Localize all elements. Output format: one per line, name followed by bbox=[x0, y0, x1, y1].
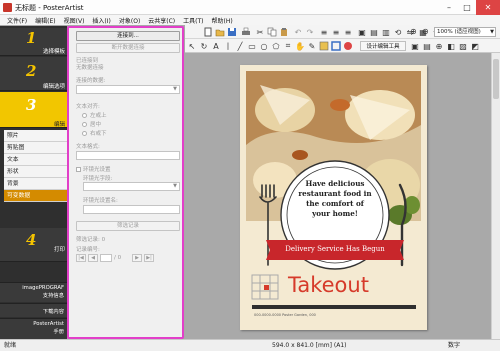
records-filtered-value: 0 bbox=[101, 237, 106, 243]
poster-headline[interactable]: Have delicious restaurant food in the co… bbox=[298, 179, 372, 219]
filter-setting-label: 环镜光设置名: bbox=[83, 198, 118, 204]
app-icon bbox=[3, 3, 12, 12]
ellipse-tool-icon[interactable]: ○ bbox=[259, 41, 269, 51]
next-record-button[interactable]: ▶ bbox=[132, 254, 142, 262]
menu-object[interactable]: 对象(O) bbox=[115, 16, 144, 25]
status-numlock: 数字 bbox=[448, 342, 461, 349]
chevron-down-icon: ▼ bbox=[490, 29, 494, 35]
subnav-shape[interactable]: 形状 bbox=[4, 166, 67, 178]
menu-bar: 文件(F) 编辑(E) 视图(V) 插入(I) 对象(O) 云共享(C) 工具(… bbox=[0, 15, 500, 25]
tool-b-icon[interactable]: ▤ bbox=[422, 41, 432, 51]
poster-brand[interactable]: Takeout bbox=[288, 273, 369, 297]
tool-a-icon[interactable]: ▣ bbox=[410, 41, 420, 51]
subnav-photo[interactable]: 照片 bbox=[4, 130, 67, 142]
align-left-radio[interactable]: 左或上 bbox=[82, 111, 107, 119]
poster-page[interactable]: Have delicious restaurant food in the co… bbox=[240, 65, 427, 330]
status-bar: 就绪 594.0 x 841.0 [mm] (A1) 数字 bbox=[0, 339, 500, 351]
downloads-link[interactable]: 下载内容 bbox=[0, 303, 67, 317]
record-number-label: 记录编号: bbox=[76, 247, 100, 253]
align-right-radio[interactable]: 右或下 bbox=[82, 129, 107, 137]
first-record-button[interactable]: |◀ bbox=[76, 254, 86, 262]
manual-link[interactable]: PosterArtist 手册 bbox=[0, 318, 67, 339]
window-title: 无标题 - PosterArtist bbox=[15, 4, 84, 12]
design-edit-tools-button[interactable]: 设计编辑工具 bbox=[360, 41, 406, 51]
poster-banner[interactable]: Delivery Service Has Begun bbox=[270, 243, 400, 255]
connect-button[interactable]: 连接到... bbox=[76, 31, 180, 41]
support-info-link[interactable]: imagePROGRAF 支持信息 bbox=[0, 282, 67, 302]
record-total: / 0 bbox=[114, 255, 122, 261]
records-filtered-label: 筛选记录: 0 bbox=[76, 237, 106, 243]
status-ready: 就绪 bbox=[4, 342, 17, 349]
menu-file[interactable]: 文件(F) bbox=[3, 16, 31, 25]
menu-insert[interactable]: 插入(I) bbox=[88, 16, 114, 25]
zoom-dropdown[interactable]: 100% (适应视图) ▼ bbox=[434, 27, 496, 37]
filter-records-button[interactable]: 筛选记录 bbox=[76, 221, 180, 231]
step-edit[interactable]: 3 编辑 bbox=[0, 92, 67, 128]
text-tool-icon[interactable]: A bbox=[211, 41, 221, 51]
subnav-variable-data[interactable]: 可变数据 bbox=[4, 190, 67, 202]
color-icon[interactable] bbox=[343, 41, 353, 51]
maximize-button[interactable]: □ bbox=[458, 0, 476, 15]
rectangle-tool-icon[interactable]: ▭ bbox=[247, 41, 257, 51]
zoom-in-button-icon[interactable]: ⊕ bbox=[410, 27, 422, 37]
select-arrow-icon[interactable]: ↖ bbox=[187, 41, 197, 51]
poster-contact[interactable]: 000-0000-0000 Poster Garden, 000 bbox=[254, 313, 414, 317]
text-format-label: 文本格式: bbox=[76, 144, 100, 150]
chevron-down-icon: ▼ bbox=[173, 183, 177, 189]
subnav-background[interactable]: 背景 bbox=[4, 178, 67, 190]
filter-field-dropdown[interactable]: ▼ bbox=[83, 182, 180, 191]
minimize-button[interactable]: – bbox=[440, 0, 458, 15]
vertical-scrollbar[interactable] bbox=[491, 53, 500, 339]
chevron-down-icon: ▼ bbox=[173, 86, 177, 92]
subnav-text[interactable]: 文本 bbox=[4, 154, 67, 166]
menu-edit[interactable]: 编辑(E) bbox=[31, 16, 59, 25]
close-button[interactable]: ✕ bbox=[476, 0, 500, 15]
eyedropper-icon[interactable]: ✎ bbox=[307, 41, 317, 51]
menu-cloud-share[interactable]: 云共享(C) bbox=[144, 16, 179, 25]
filter-checkbox[interactable]: 环镜光设置 bbox=[76, 165, 111, 173]
tool-e-icon[interactable]: ▨ bbox=[458, 41, 468, 51]
selected-data-label: 连接的数据: bbox=[76, 78, 106, 84]
align-center-radio[interactable]: 居中 bbox=[82, 120, 101, 128]
wizard-sidebar: 1 选择模板 2 编辑选项 3 编辑 照片 剪贴图 文本 形状 背景 可变数据 … bbox=[0, 26, 67, 339]
menu-view[interactable]: 视图(V) bbox=[60, 16, 89, 25]
text-align-label: 文本对齐: bbox=[76, 104, 100, 110]
filter-field-label: 环镜光字段: bbox=[83, 176, 113, 182]
crop-tool-icon[interactable]: ⌗ bbox=[283, 41, 293, 51]
polygon-tool-icon[interactable]: ⬠ bbox=[271, 41, 281, 51]
line-color-icon[interactable] bbox=[331, 41, 341, 51]
line-tool-icon[interactable]: ╱ bbox=[235, 41, 245, 51]
connected-to-value: 无数据连接 bbox=[76, 65, 104, 71]
step-print[interactable]: 4 打印 bbox=[0, 228, 67, 262]
disconnect-button[interactable]: 断开数据连接 bbox=[76, 43, 180, 53]
menu-help[interactable]: 帮助(H) bbox=[208, 16, 237, 25]
scrollbar-thumb[interactable] bbox=[493, 59, 499, 99]
record-number-input[interactable] bbox=[100, 254, 112, 262]
subnav-clipart[interactable]: 剪贴图 bbox=[4, 142, 67, 154]
step-edit-options[interactable]: 2 编辑选项 bbox=[0, 57, 67, 91]
tool-c-icon[interactable]: ⊕ bbox=[434, 41, 444, 51]
tool-d-icon[interactable]: ◧ bbox=[446, 41, 456, 51]
prev-record-button[interactable]: ◀ bbox=[88, 254, 98, 262]
title-bar: 无标题 - PosterArtist – □ ✕ bbox=[0, 0, 500, 15]
tool-f-icon[interactable]: ◩ bbox=[470, 41, 480, 51]
record-navigator: |◀ ◀ / 0 ▶ ▶| bbox=[76, 254, 180, 263]
edit-subnav: 照片 剪贴图 文本 形状 背景 可变数据 bbox=[4, 130, 67, 202]
menu-tools[interactable]: 工具(T) bbox=[179, 16, 207, 25]
drawing-toolbar: ↖ ↻ A 丨 ╱ ▭ ○ ⬠ ⌗ ✋ ✎ 设计编辑工具 ▣ ▤ ⊕ ◧ ▨ ◩ bbox=[185, 39, 500, 53]
hand-tool-icon[interactable]: ✋ bbox=[295, 41, 305, 51]
selected-data-dropdown[interactable]: ▼ bbox=[76, 85, 180, 94]
text-format-field[interactable] bbox=[76, 151, 180, 160]
fill-color-icon[interactable] bbox=[319, 41, 329, 51]
zoom-out-icon[interactable]: ⊖ bbox=[422, 27, 432, 37]
status-page-size: 594.0 x 841.0 [mm] (A1) bbox=[272, 342, 347, 349]
step-select-template[interactable]: 1 选择模板 bbox=[0, 28, 67, 56]
filter-setting-field[interactable] bbox=[83, 205, 180, 214]
variable-data-panel: 连接到... 断开数据连接 已连接到 无数据连接 连接的数据: ▼ 文本对齐: … bbox=[67, 26, 184, 339]
rotate-tool-icon[interactable]: ↻ bbox=[199, 41, 209, 51]
vertical-text-icon[interactable]: 丨 bbox=[223, 41, 233, 51]
last-record-button[interactable]: ▶| bbox=[144, 254, 154, 262]
